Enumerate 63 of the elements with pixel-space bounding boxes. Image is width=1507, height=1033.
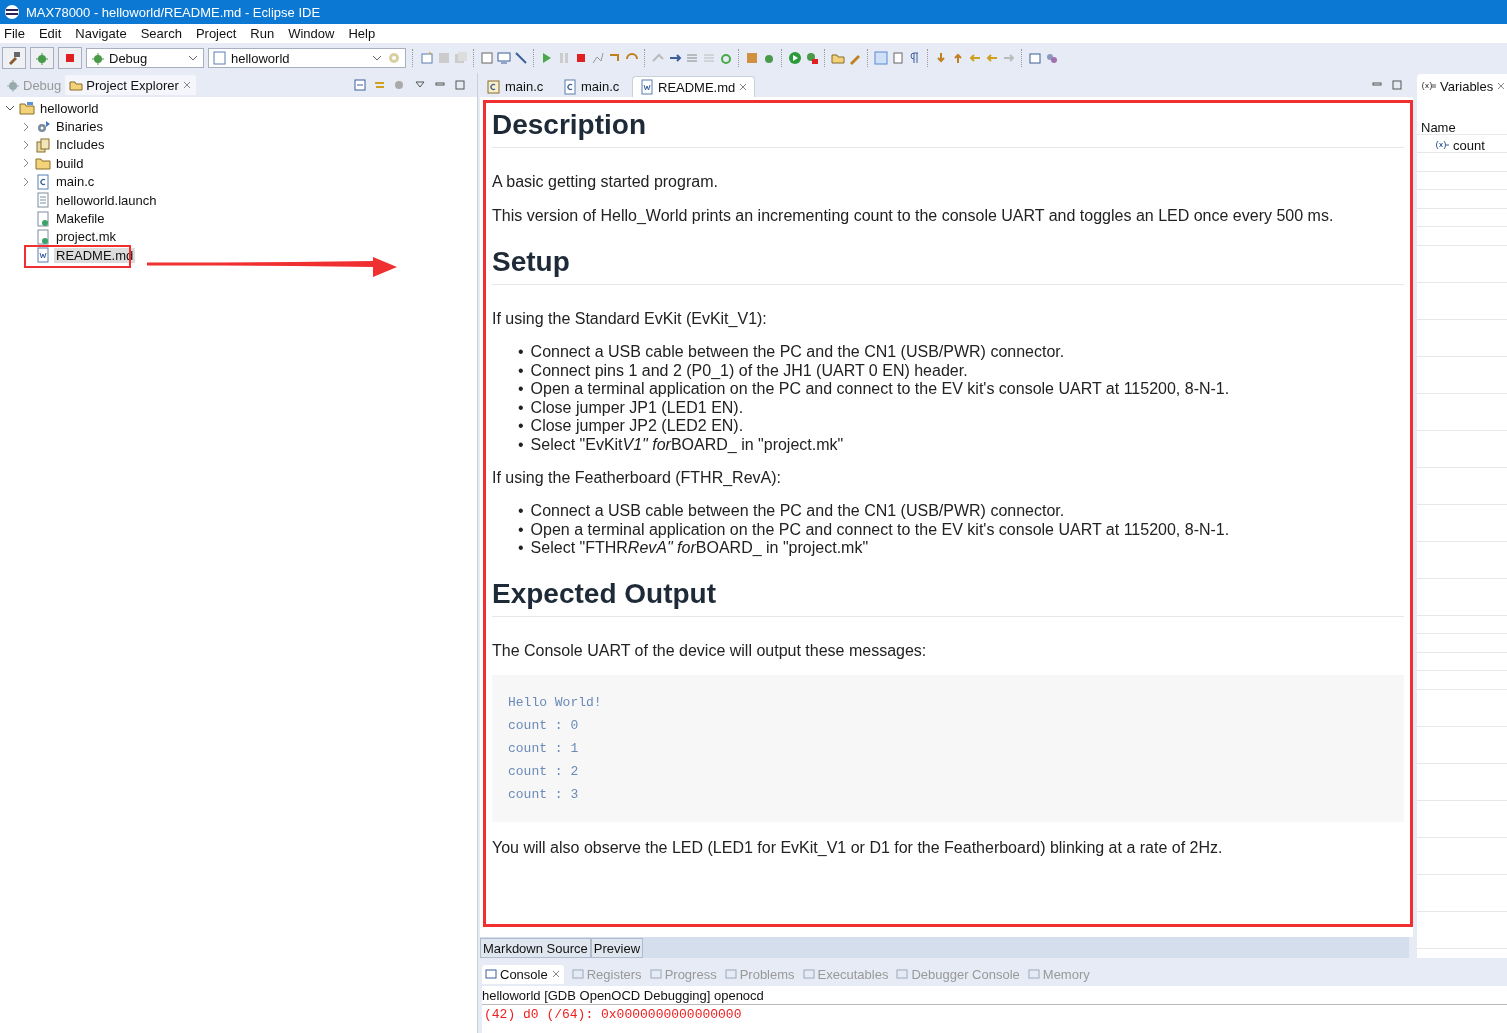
bullet: •	[518, 502, 524, 521]
bullet: •	[518, 380, 524, 399]
paragraph: You will also observe the LED (LED1 for EvKit_V1 or D1 for the Featherboard) blinking at a rate of 2Hz.	[492, 837, 1224, 858]
paragraph: This version of Hello_World prints an incrementing count to the console UART and toggles an LED once every 500 ms.	[492, 206, 1335, 226]
bullet: •	[518, 398, 524, 417]
launch-target-dropdown[interactable]: helloworld	[208, 48, 406, 68]
view-tab[interactable]: Console	[482, 964, 564, 984]
paragraph: The Console UART of the device will output these messages:	[492, 640, 928, 661]
code-line: count : 0	[508, 716, 580, 735]
panel-tab[interactable]: Project Explorer	[65, 75, 196, 95]
paragraph: A basic getting started program.	[492, 172, 719, 192]
bullet: •	[518, 343, 524, 362]
menu-item[interactable]: Project	[195, 26, 244, 41]
editor-mode-tab[interactable]: Markdown Source	[480, 938, 591, 958]
tree-item[interactable]: project.mk	[54, 229, 118, 245]
bullet: •	[518, 435, 524, 454]
bullet: •	[518, 361, 524, 380]
code-line: count : 2	[508, 762, 580, 781]
view-tab[interactable]: Variables	[1417, 74, 1507, 98]
menu-item[interactable]: Navigate	[75, 26, 134, 41]
menu-item[interactable]: Run	[250, 26, 282, 41]
list-item: Connect pins 1 and 2 (P0_1) of the JH1 (UART 0 EN) header.	[530, 361, 968, 380]
console-line: (42) d0 (/64): 0x0000000000000000	[484, 1007, 743, 1022]
editor-tab[interactable]: main.c	[480, 76, 554, 97]
menu-item[interactable]: File	[4, 26, 32, 41]
console-title: helloworld [GDB OpenOCD Debugging] openocd	[482, 986, 1507, 1005]
menu-item[interactable]: Window	[288, 26, 342, 41]
tree-item[interactable]: Includes	[54, 137, 107, 153]
paragraph: If using the Featherboard (FTHR_RevA):	[492, 468, 782, 488]
bullet: •	[518, 520, 524, 539]
column-header: Name	[1420, 118, 1457, 136]
bullet: •	[518, 417, 524, 436]
list-item: Connect a USB cable between the PC and the CN1 (USB/PWR) connector.	[530, 502, 1065, 521]
code-line: Hello World!	[508, 693, 603, 712]
code-line: count : 3	[508, 785, 580, 804]
tree-item[interactable]: main.c	[54, 174, 97, 190]
section-heading: Setup	[492, 246, 1404, 285]
menu-item[interactable]: Search	[140, 26, 189, 41]
tree-item[interactable]: helloworld	[38, 100, 101, 116]
list-item: Open a terminal application on the PC and connect to the EV kit's console UART at 115200, 8-N-1.	[530, 520, 1230, 539]
launch-mode-dropdown[interactable]: Debug	[86, 48, 204, 68]
list-item: Close jumper JP1 (LED1 EN).	[530, 398, 744, 417]
menu-item[interactable]: Help	[348, 26, 383, 41]
window-title: MAX78000 - helloworld/README.md - Eclipse IDE	[26, 4, 321, 20]
tree-item[interactable]: Makefile	[54, 211, 107, 227]
section-heading: Expected Output	[492, 577, 1404, 617]
bullet: •	[518, 539, 524, 558]
editor-tab[interactable]: README.md	[632, 76, 756, 97]
menu-item[interactable]: Edit	[38, 26, 69, 41]
tree-item[interactable]: helloworld.launch	[54, 192, 159, 208]
section-heading: Description	[492, 109, 1404, 148]
list-item: Select "EvKitV1" forBOARD_ in "project.mk"	[530, 435, 844, 454]
list-item: Open a terminal application on the PC and connect to the EV kit's console UART at 115200, 8-N-1.	[530, 380, 1230, 399]
code-line: count : 1	[508, 739, 580, 758]
list-item: Connect a USB cable between the PC and the CN1 (USB/PWR) connector.	[530, 343, 1065, 362]
editor-tab[interactable]: main.c	[556, 76, 630, 97]
tree-item[interactable]: build	[54, 155, 86, 171]
variable-name[interactable]: count	[1453, 137, 1485, 153]
editor-mode-tab[interactable]: Preview	[590, 938, 644, 958]
tree-item[interactable]: Binaries	[54, 119, 105, 135]
list-item: Close jumper JP2 (LED2 EN).	[530, 417, 744, 436]
list-item: Select "FTHRRevA" forBOARD_ in "project.mk"	[530, 539, 869, 558]
paragraph: If using the Standard EvKit (EvKit_V1):	[492, 309, 768, 329]
